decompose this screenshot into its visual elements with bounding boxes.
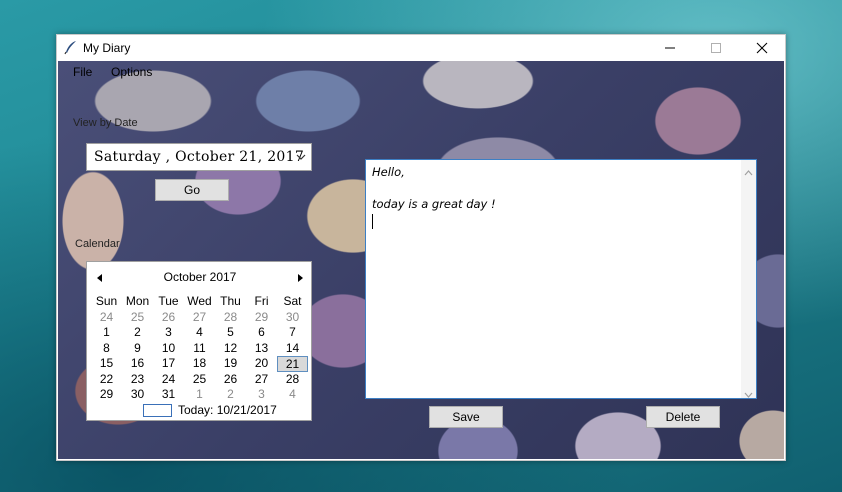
calendar-week-row: 15 16 17 18 19 20 21 — [91, 356, 309, 372]
calendar-week-row: 1234567 — [91, 325, 309, 341]
save-button[interactable]: Save — [429, 406, 503, 428]
today-label: Today: 10/21/2017 — [178, 403, 277, 417]
calendar-day[interactable]: 17 — [153, 356, 184, 372]
calendar-day[interactable]: 9 — [122, 341, 153, 357]
minimize-button[interactable] — [647, 35, 693, 61]
calendar-day[interactable]: 6 — [246, 325, 277, 341]
text-caret — [372, 214, 373, 229]
calendar-day[interactable]: 8 — [91, 341, 122, 357]
calendar-day[interactable]: 19 — [215, 356, 246, 372]
editor-scrollbar[interactable] — [741, 160, 756, 398]
calendar-day[interactable]: 16 — [122, 356, 153, 372]
close-button[interactable] — [739, 35, 785, 61]
date-picker-value: Saturday , October 21, 2017 — [94, 149, 305, 165]
weekday-header: Mon — [125, 294, 150, 308]
weekday-header: Thu — [220, 294, 241, 308]
calendar-day[interactable]: 25 — [122, 310, 153, 326]
weekday-header: Sat — [283, 294, 302, 308]
calendar-week-row: 22 23 24 25 26 27 28 — [91, 372, 309, 388]
calendar-day[interactable]: 2 — [122, 325, 153, 341]
menu-options[interactable]: Options — [111, 65, 152, 79]
calendar-day[interactable]: 18 — [184, 356, 215, 372]
calendar-day[interactable]: 22 — [91, 372, 122, 388]
calendar-day[interactable]: 21 — [277, 356, 308, 372]
feather-pen-icon — [63, 39, 79, 55]
menu-file[interactable]: File — [73, 65, 92, 79]
client-area: File Options View by Date Saturday , Oct… — [58, 61, 784, 459]
today-marker-icon — [143, 403, 172, 417]
window-title: My Diary — [83, 41, 131, 55]
title-bar[interactable]: My Diary — [57, 35, 785, 61]
date-picker[interactable]: Saturday , October 21, 2017 — [86, 143, 312, 171]
calendar-weekday-row: Sun Mon Tue Wed Thu Fri Sat — [91, 294, 309, 310]
calendar-day[interactable]: 1 — [184, 387, 215, 403]
editor-line-3: today is a great day ! — [372, 197, 496, 211]
calendar-day[interactable]: 23 — [122, 372, 153, 388]
calendar-day[interactable]: 27 — [184, 310, 215, 326]
go-button[interactable]: Go — [155, 179, 229, 201]
scroll-up-icon[interactable] — [744, 165, 753, 176]
view-by-date-label: View by Date — [73, 117, 138, 129]
calendar-week-row: 24 25 26 27 28 29 30 — [91, 310, 309, 326]
next-month-icon[interactable] — [295, 272, 305, 282]
calendar-month-label: October 2017 — [163, 270, 237, 284]
calendar-day[interactable]: 1 — [91, 325, 122, 341]
calendar-day[interactable]: 29 — [246, 310, 277, 326]
today-indicator[interactable]: Today: 10/21/2017 — [143, 402, 277, 418]
calendar-day[interactable]: 30 — [277, 310, 308, 326]
calendar-day[interactable]: 31 — [153, 387, 184, 403]
weekday-header: Sun — [95, 294, 118, 308]
chevron-down-icon[interactable] — [295, 151, 307, 163]
calendar-day[interactable]: 24 — [91, 310, 122, 326]
scroll-down-icon[interactable] — [744, 387, 753, 398]
calendar-day[interactable]: 4 — [277, 387, 308, 403]
maximize-button[interactable] — [693, 35, 739, 61]
month-calendar[interactable]: October 2017 Sun Mon Tue Wed Thu Fri Sat 24 25 26… — [86, 261, 312, 421]
weekday-header: Wed — [187, 294, 212, 308]
calendar-day[interactable]: 10 — [153, 341, 184, 357]
calendar-day[interactable]: 20 — [246, 356, 277, 372]
weekday-header: Fri — [254, 294, 269, 308]
calendar-day[interactable]: 3 — [246, 387, 277, 403]
calendar-day[interactable]: 24 — [153, 372, 184, 388]
calendar-day[interactable]: 2 — [215, 387, 246, 403]
calendar-label: Calendar — [75, 238, 120, 250]
calendar-grid: Sun Mon Tue Wed Thu Fri Sat 24 25 26 27 28 29 30 1 2 3 4 5… — [91, 294, 309, 403]
calendar-day[interactable]: 5 — [215, 325, 246, 341]
weekday-header: Tue — [158, 294, 179, 308]
calendar-day[interactable]: 14 — [277, 341, 308, 357]
calendar-week-row: 29 30 31 1 2 3 4 — [91, 387, 309, 403]
calendar-day[interactable]: 30 — [122, 387, 153, 403]
calendar-day[interactable]: 27 — [246, 372, 277, 388]
calendar-day[interactable]: 25 — [184, 372, 215, 388]
calendar-day[interactable]: 26 — [153, 310, 184, 326]
calendar-day[interactable]: 11 — [184, 341, 215, 357]
diary-text-editor[interactable]: Hello, today is a great day ! — [365, 159, 757, 399]
calendar-day[interactable]: 28 — [215, 310, 246, 326]
calendar-day[interactable]: 4 — [184, 325, 215, 341]
diary-window: My Diary File Options View by Date Satur… — [56, 34, 786, 461]
delete-button[interactable]: Delete — [646, 406, 720, 428]
calendar-day[interactable]: 29 — [91, 387, 122, 403]
calendar-week-row: 8 9 10 11 12 13 14 — [91, 341, 309, 357]
calendar-day[interactable]: 28 — [277, 372, 308, 388]
calendar-day[interactable]: 15 — [91, 356, 122, 372]
calendar-day[interactable]: 3 — [153, 325, 184, 341]
calendar-day[interactable]: 12 — [215, 341, 246, 357]
calendar-day[interactable]: 7 — [277, 325, 308, 341]
calendar-day[interactable]: 26 — [215, 372, 246, 388]
editor-line-1: Hello, — [372, 165, 405, 179]
calendar-day[interactable]: 13 — [246, 341, 277, 357]
